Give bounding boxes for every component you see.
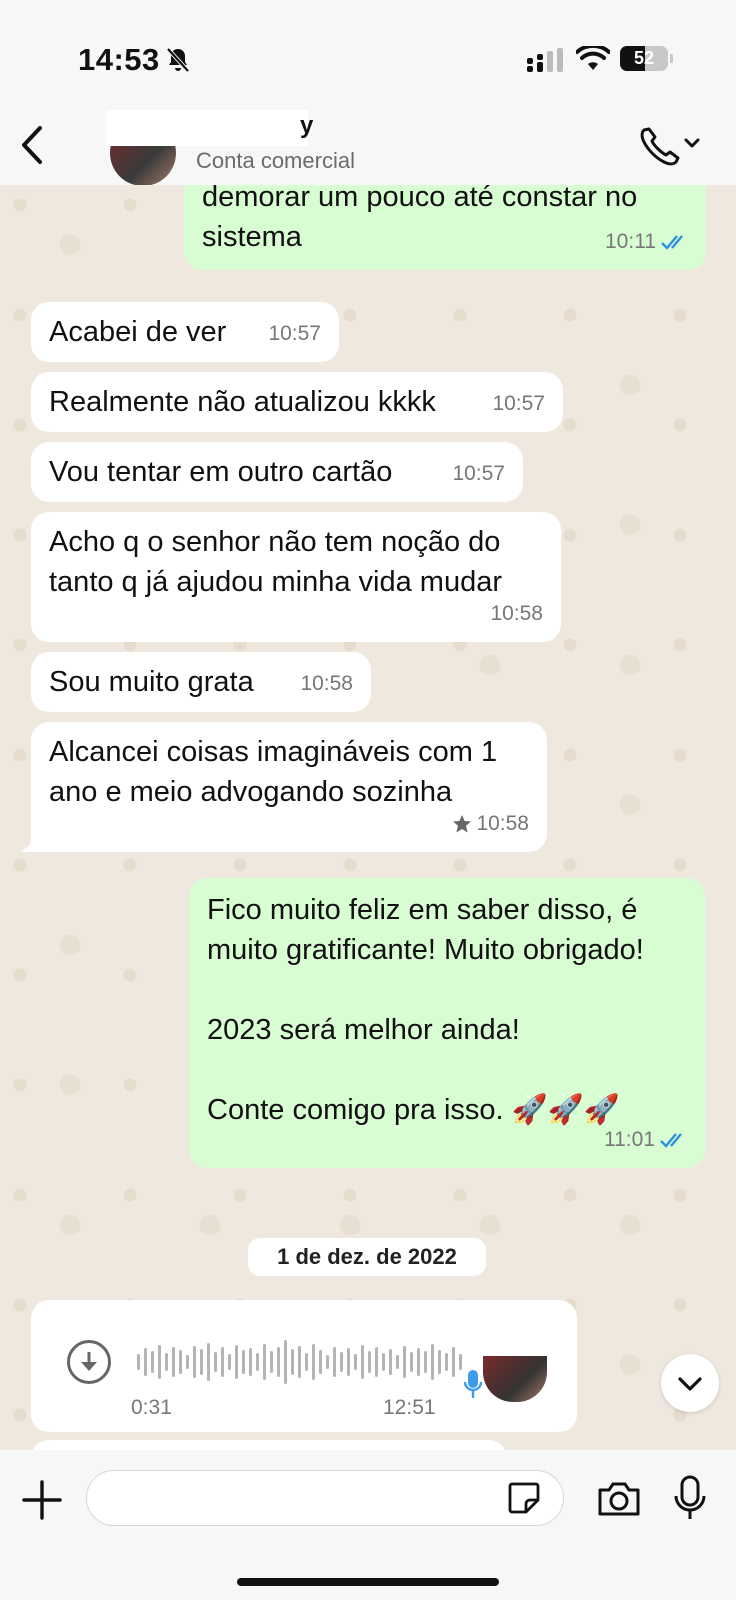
- message-time: 10:58: [300, 672, 353, 695]
- bell-slash-icon: [166, 47, 190, 73]
- sender-avatar: [483, 1356, 547, 1402]
- status-bar: 14:53 52: [0, 0, 736, 110]
- voice-duration: 0:31: [131, 1396, 172, 1419]
- chevron-down-icon: [678, 1377, 702, 1391]
- double-check-icon: [660, 1133, 682, 1148]
- message-bubble-incoming[interactable]: Acabei de ver 10:57: [31, 302, 339, 362]
- battery-icon: 52: [620, 46, 668, 71]
- message-text: Alcancei coisas imagináveis com 1 ano e …: [49, 736, 498, 808]
- voice-waveform[interactable]: [137, 1338, 462, 1386]
- message-bubble-incoming[interactable]: Realmente não atualizou kkkk 10:57: [31, 372, 563, 432]
- redacted-name-mask: [106, 110, 308, 146]
- message-text: Acho q o senhor não tem noção do tanto q…: [49, 526, 503, 598]
- message-text: Fico muito feliz em saber disso, é muito…: [207, 894, 644, 1126]
- chat-header: y Conta comercial: [0, 110, 736, 186]
- message-bubble-outgoing[interactable]: demorar um pouco até constar no sistema …: [184, 185, 706, 270]
- contact-name[interactable]: y: [300, 112, 313, 140]
- message-time: 10:57: [268, 322, 321, 345]
- plus-icon[interactable]: [20, 1478, 64, 1522]
- message-bubble-outgoing[interactable]: Fico muito feliz em saber disso, é muito…: [189, 878, 705, 1168]
- message-text: Vou tentar em outro cartão: [49, 456, 393, 488]
- message-input[interactable]: [86, 1470, 564, 1526]
- composer-bar: [0, 1450, 736, 1600]
- message-time: 10:57: [492, 392, 545, 415]
- bubble-tail: [20, 830, 36, 852]
- camera-icon[interactable]: [596, 1478, 642, 1520]
- cellular-signal-icon: [527, 48, 563, 72]
- message-time: 12:51: [383, 1396, 436, 1419]
- star-icon: [453, 815, 472, 833]
- battery-percentage: 52: [633, 48, 655, 68]
- sticker-icon[interactable]: [506, 1480, 542, 1516]
- message-bubble-incoming[interactable]: Vou tentar em outro cartão 10:57: [31, 442, 523, 502]
- wifi-icon: [576, 46, 610, 70]
- chevron-down-icon: [684, 138, 700, 148]
- date-separator: 1 de dez. de 2022: [248, 1238, 486, 1276]
- contact-subtitle: Conta comercial: [196, 148, 355, 173]
- microphone-icon[interactable]: [672, 1474, 708, 1522]
- voice-message-bubble[interactable]: 0:31 12:51: [31, 1300, 577, 1432]
- status-time: 14:53: [78, 42, 160, 77]
- download-icon[interactable]: [67, 1340, 111, 1384]
- home-indicator[interactable]: [237, 1578, 499, 1586]
- microphone-icon: [463, 1370, 483, 1398]
- message-bubble-incoming[interactable]: Acho q o senhor não tem noção do tanto q…: [31, 512, 561, 642]
- double-check-icon: [661, 235, 683, 250]
- message-time: 10:57: [452, 462, 505, 485]
- back-chevron-icon[interactable]: [14, 122, 54, 168]
- message-time: 11:01: [604, 1128, 655, 1151]
- message-text: Realmente não atualizou kkkk: [49, 386, 436, 418]
- phone-icon[interactable]: [636, 122, 706, 168]
- message-bubble-incoming[interactable]: Sou muito grata 10:58: [31, 652, 371, 712]
- message-time: 10:58: [476, 812, 529, 835]
- message-bubble-incoming[interactable]: Alcancei coisas imagináveis com 1 ano e …: [31, 722, 547, 852]
- scroll-to-bottom-button[interactable]: [661, 1354, 719, 1412]
- message-time: 10:11: [605, 230, 656, 253]
- message-time: 10:58: [490, 602, 543, 625]
